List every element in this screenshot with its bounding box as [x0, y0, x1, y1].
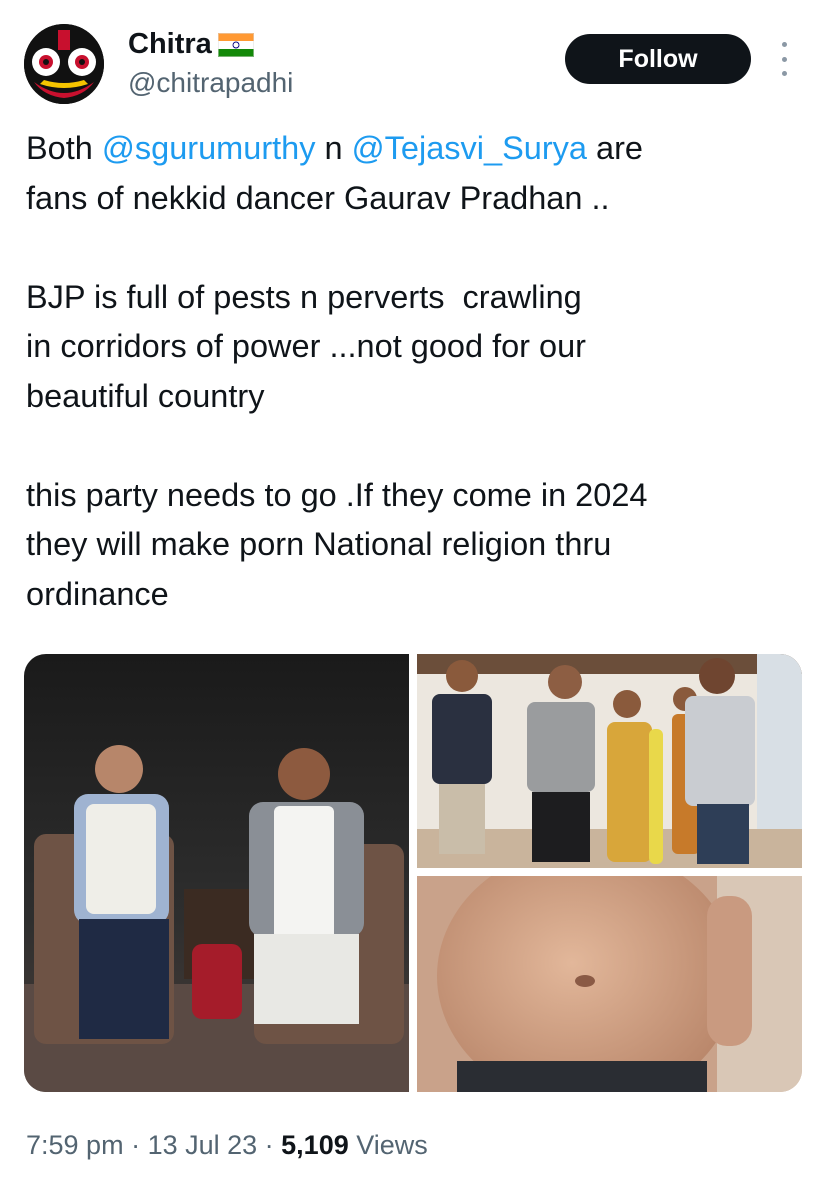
tweet-paragraph-spacer: [26, 421, 786, 471]
user-info: Chitra @chitrapadhi: [128, 28, 293, 99]
tweet-text-segment: n: [315, 130, 352, 166]
tweet-paragraph-spacer: [26, 223, 786, 273]
avatar-deity-icon: [24, 24, 104, 104]
tweet-paragraph-3: this party needs to go .If they come in …: [26, 476, 648, 612]
user-handle[interactable]: @chitrapadhi: [128, 67, 293, 99]
mention-link-sgurumurthy[interactable]: @sgurumurthy: [102, 130, 316, 166]
meta-separator: ·: [123, 1130, 148, 1160]
photo-3[interactable]: [417, 876, 802, 1092]
tweet-text: Both @sgurumurthy n @Tejasvi_Surya are f…: [26, 124, 786, 619]
photo-2[interactable]: [417, 654, 802, 868]
mention-link-tejasvi-surya[interactable]: @Tejasvi_Surya: [352, 130, 587, 166]
media-grid: [24, 654, 802, 1092]
photo-1[interactable]: [24, 654, 409, 1092]
avatar[interactable]: [24, 24, 104, 104]
tweet-date[interactable]: 13 Jul 23: [148, 1130, 258, 1160]
follow-button[interactable]: Follow: [565, 34, 751, 84]
more-vertical-icon[interactable]: [776, 42, 792, 76]
tweet-paragraph-1: Both @sgurumurthy n @Tejasvi_Surya are f…: [26, 124, 786, 223]
tweet-time[interactable]: 7:59 pm: [26, 1130, 124, 1160]
meta-separator: ·: [257, 1130, 282, 1160]
tweet-meta: 7:59 pm · 13 Jul 23 · 5,109 Views: [26, 1130, 428, 1161]
display-name[interactable]: Chitra: [128, 28, 212, 61]
views-label: Views: [348, 1130, 428, 1160]
views-count[interactable]: 5,109: [281, 1130, 349, 1160]
tweet-text-segment: Both: [26, 130, 102, 166]
tweet-paragraph-2: BJP is full of pests n perverts crawling…: [26, 278, 587, 414]
india-flag-icon: [217, 32, 254, 57]
